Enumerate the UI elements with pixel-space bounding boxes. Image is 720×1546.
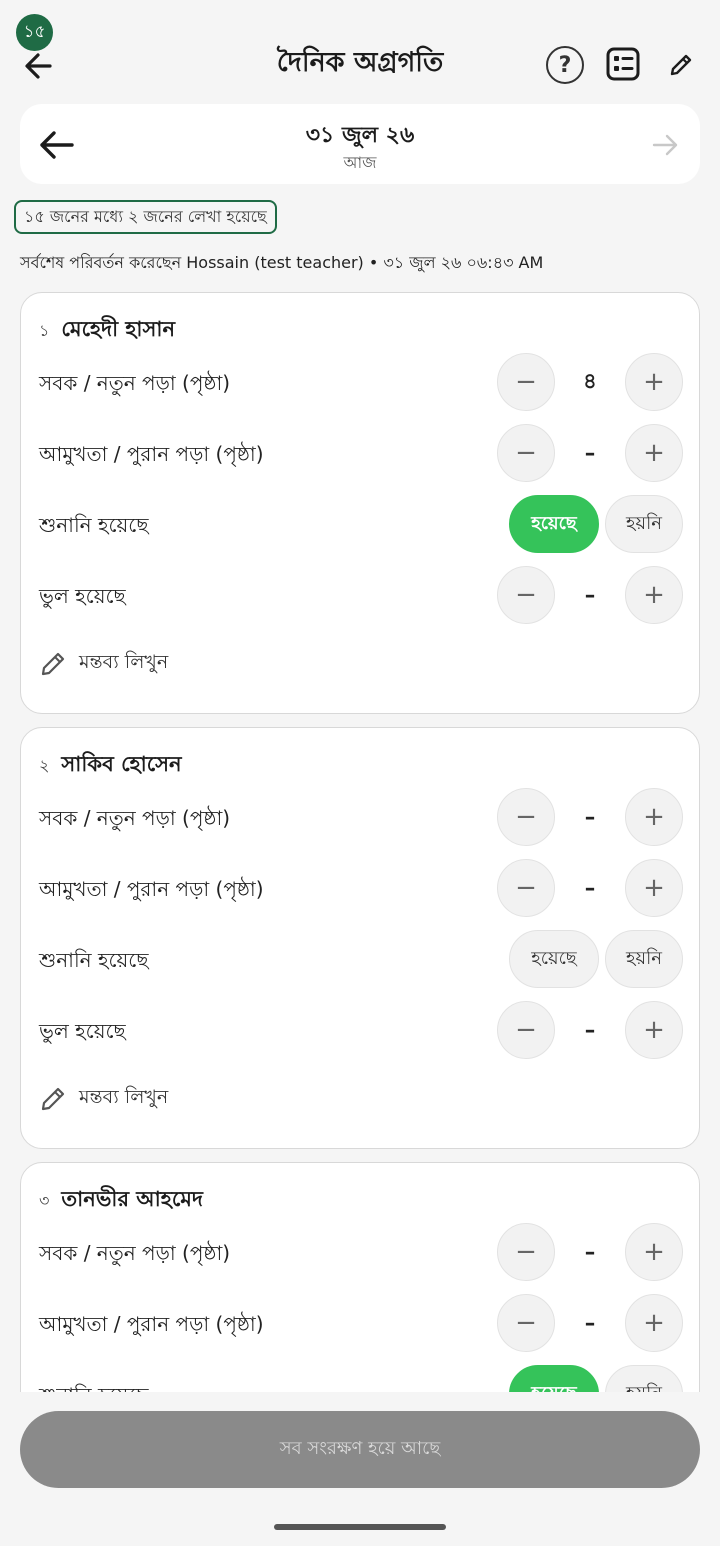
help-icon[interactable]: ? <box>546 46 584 84</box>
amukhta-value: – <box>584 441 596 465</box>
shunani-label: শুনানি হয়েছে <box>39 513 149 537</box>
comment-label: মন্তব্য লিখুন <box>79 651 169 673</box>
add-comment-button[interactable]: মন্তব্য লিখুন <box>39 1082 168 1116</box>
amukhta-row: আমুখতা / পুরান পড়া (পৃষ্ঠা) − – + <box>39 1294 683 1352</box>
sabak-row: সবক / নতুন পড়া (পৃষ্ঠা) − – + <box>39 1223 683 1281</box>
sabak-label: সবক / নতুন পড়া (পৃষ্ঠা) <box>39 1241 231 1265</box>
sabak-value: – <box>584 1240 596 1264</box>
amukhta-label: আমুখতা / পুরান পড়া (পৃষ্ঠা) <box>39 442 264 466</box>
sabak-row: সবক / নতুন পড়া (পৃষ্ঠা) − – + <box>39 788 683 846</box>
amukhta-value: – <box>584 1311 596 1335</box>
home-indicator <box>274 1524 446 1530</box>
scroll-content: ১৫ দৈনিক অগ্রগতি ? ৩১ জুল ২৬ আজ ১৫ জনের … <box>0 0 720 1392</box>
date-navigator: ৩১ জুল ২৬ আজ <box>20 104 700 184</box>
edit-pencil-icon[interactable] <box>668 52 694 78</box>
top-app-bar: ১৫ দৈনিক অগ্রগতি ? <box>0 0 720 100</box>
student-number: ৩ <box>39 1191 50 1210</box>
date-relative-label: আজ <box>343 153 377 172</box>
shunani-yes-button[interactable]: হয়েছে <box>509 930 599 988</box>
student-card: ১ মেহেদী হাসান সবক / নতুন পড়া (পৃষ্ঠা) … <box>20 292 700 714</box>
sabak-label: সবক / নতুন পড়া (পৃষ্ঠা) <box>39 806 231 830</box>
shunani-yes-button[interactable]: হয়েছে <box>509 1365 599 1392</box>
amukhta-row: আমুখতা / পুরান পড়া (পৃষ্ঠা) − – + <box>39 424 683 482</box>
student-name: সাকিব হোসেন <box>61 752 182 776</box>
mistakes-label: ভুল হয়েছে <box>39 584 126 608</box>
mistakes-value: – <box>584 583 596 607</box>
shunani-no-button[interactable]: হয়নি <box>605 495 683 553</box>
checklist-icon[interactable] <box>605 46 641 82</box>
sabak-increment-button[interactable]: + <box>625 353 683 411</box>
mistakes-label: ভুল হয়েছে <box>39 1019 126 1043</box>
amukhta-increment-button[interactable]: + <box>625 1294 683 1352</box>
shunani-row: শুনানি হয়েছে হয়েছে হয়নি <box>39 495 683 553</box>
sabak-value: – <box>584 805 596 829</box>
comment-label: মন্তব্য লিখুন <box>79 1086 169 1108</box>
amukhta-label: আমুখতা / পুরান পড়া (পৃষ্ঠা) <box>39 1312 264 1336</box>
shunani-no-button[interactable]: হয়নি <box>605 930 683 988</box>
shunani-row: শুনানি হয়েছে হয়েছে হয়নি <box>39 1365 683 1392</box>
student-number: ২ <box>39 756 50 775</box>
completion-status: ১৫ জনের মধ্যে ২ জনের লেখা হয়েছে <box>14 200 277 234</box>
amukhta-value: – <box>584 876 596 900</box>
amukhta-decrement-button[interactable]: − <box>497 424 555 482</box>
student-card: ৩ তানভীর আহমেদ সবক / নতুন পড়া (পৃষ্ঠা) … <box>20 1162 700 1392</box>
pencil-icon <box>41 1087 65 1111</box>
sabak-decrement-button[interactable]: − <box>497 788 555 846</box>
shunani-label: শুনানি হয়েছে <box>39 1381 148 1392</box>
sabak-increment-button[interactable]: + <box>625 1223 683 1281</box>
amukhta-decrement-button[interactable]: − <box>497 1294 555 1352</box>
sabak-label: সবক / নতুন পড়া (পৃষ্ঠা) <box>39 371 231 395</box>
student-name: তানভীর আহমেদ <box>61 1187 203 1211</box>
mistakes-value: – <box>584 1018 596 1042</box>
bottom-bar: সব সংরক্ষণ হয়ে আছে <box>0 1392 720 1546</box>
sabak-row: সবক / নতুন পড়া (পৃষ্ঠা) − ৪ + <box>39 353 683 411</box>
shunani-yes-button[interactable]: হয়েছে <box>509 495 599 553</box>
sabak-value: ৪ <box>583 368 597 393</box>
shunani-no-button[interactable]: হয়নি <box>605 1365 683 1392</box>
mistakes-decrement-button[interactable]: − <box>497 566 555 624</box>
sabak-decrement-button[interactable]: − <box>497 1223 555 1281</box>
mistakes-decrement-button[interactable]: − <box>497 1001 555 1059</box>
amukhta-decrement-button[interactable]: − <box>497 859 555 917</box>
last-modified-info: সর্বশেষ পরিবর্তন করেছেন Hossain (test te… <box>20 253 544 272</box>
amukhta-row: আমুখতা / পুরান পড়া (পৃষ্ঠা) − – + <box>39 859 683 917</box>
mistakes-row: ভুল হয়েছে − – + <box>39 566 683 624</box>
pencil-icon <box>41 652 65 676</box>
sabak-decrement-button[interactable]: − <box>497 353 555 411</box>
mistakes-row: ভুল হয়েছে − – + <box>39 1001 683 1059</box>
mistakes-increment-button[interactable]: + <box>625 566 683 624</box>
amukhta-increment-button[interactable]: + <box>625 859 683 917</box>
student-number: ১ <box>39 321 50 340</box>
student-card: ২ সাকিব হোসেন সবক / নতুন পড়া (পৃষ্ঠা) −… <box>20 727 700 1149</box>
add-comment-button[interactable]: মন্তব্য লিখুন <box>39 647 168 681</box>
shunani-row: শুনানি হয়েছে হয়েছে হয়নি <box>39 930 683 988</box>
next-day-arrow-icon[interactable] <box>650 130 680 160</box>
shunani-label: শুনানি হয়েছে <box>39 948 149 972</box>
mistakes-increment-button[interactable]: + <box>625 1001 683 1059</box>
amukhta-label: আমুখতা / পুরান পড়া (পৃষ্ঠা) <box>39 877 264 901</box>
student-name: মেহেদী হাসান <box>61 317 176 341</box>
amukhta-increment-button[interactable]: + <box>625 424 683 482</box>
sabak-increment-button[interactable]: + <box>625 788 683 846</box>
save-all-button[interactable]: সব সংরক্ষণ হয়ে আছে <box>20 1411 700 1488</box>
